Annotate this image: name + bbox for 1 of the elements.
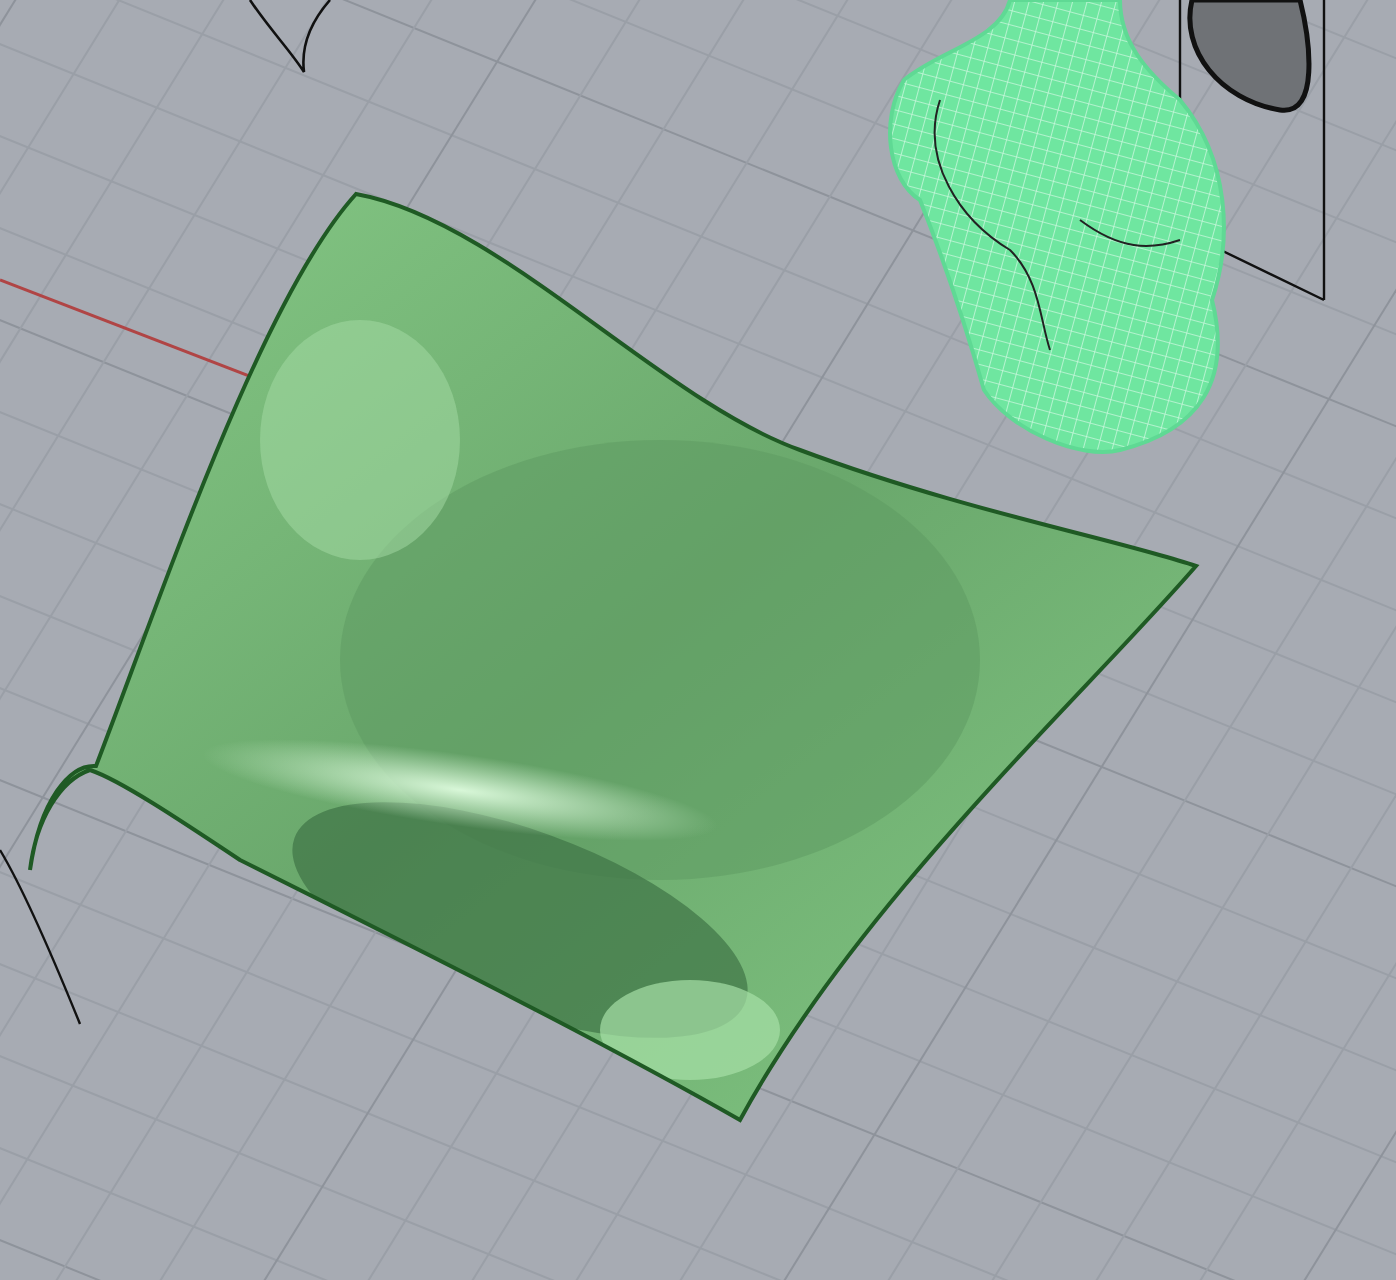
- curve-line: [248, 0, 331, 74]
